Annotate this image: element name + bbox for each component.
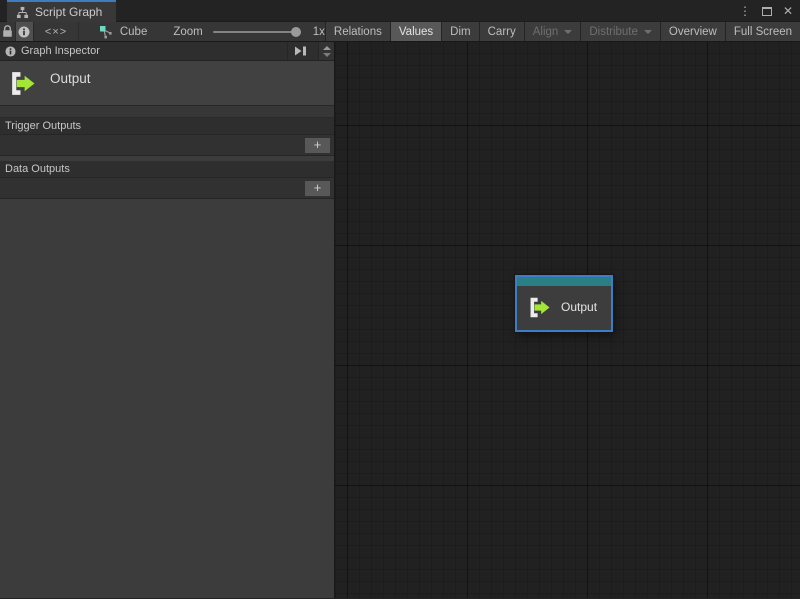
full-screen-button[interactable]: Full Screen xyxy=(725,22,800,41)
info-icon xyxy=(5,46,16,57)
section-header-data-outputs: Data Outputs xyxy=(0,161,334,178)
inspector-empty-area xyxy=(0,199,334,598)
section-header-trigger-outputs: Trigger Outputs xyxy=(0,118,334,135)
zoom-control: Zoom 1x xyxy=(173,22,325,41)
zoom-value: 1x xyxy=(313,26,325,38)
dock-panel-button[interactable] xyxy=(287,42,313,60)
output-node-label: Output xyxy=(561,300,597,314)
unit-title: Output xyxy=(50,70,91,86)
tab-title: Script Graph xyxy=(35,5,102,19)
panel-carousel-control[interactable] xyxy=(318,42,334,60)
close-icon[interactable]: ✕ xyxy=(783,5,793,17)
script-graph-icon xyxy=(16,6,29,19)
selected-unit-summary: Output xyxy=(0,61,334,106)
align-dropdown-label: Align xyxy=(533,26,559,38)
window-menu-icon[interactable]: ⋮ xyxy=(739,5,751,17)
graph-pointer-label: Cube xyxy=(120,26,148,38)
code-preview-button[interactable]: <×> xyxy=(34,22,79,41)
data-outputs-list: + xyxy=(0,178,334,199)
values-button-label: Values xyxy=(399,26,433,38)
zoom-slider-handle[interactable] xyxy=(291,27,301,37)
window-controls: ⋮ ✕ xyxy=(739,0,793,22)
relations-button[interactable]: Relations xyxy=(325,22,390,41)
section-title: Data Outputs xyxy=(5,163,70,175)
graph-pointer-icon xyxy=(99,25,113,39)
arrow-up-icon[interactable] xyxy=(323,46,331,50)
chevron-down-icon xyxy=(644,30,652,34)
maximize-icon[interactable] xyxy=(762,7,772,16)
main-area: Graph Inspector Output xyxy=(0,42,800,598)
trigger-outputs-list: + xyxy=(0,135,334,156)
dim-button-label: Dim xyxy=(450,26,470,38)
graph-inspector-panel: Graph Inspector Output xyxy=(0,42,335,598)
relations-button-label: Relations xyxy=(334,26,382,38)
code-icon: <×> xyxy=(45,26,67,38)
add-data-output-button[interactable]: + xyxy=(304,180,331,197)
values-button[interactable]: Values xyxy=(390,22,441,41)
zoom-label: Zoom xyxy=(173,26,202,38)
full-screen-button-label: Full Screen xyxy=(734,26,792,38)
output-unit-icon xyxy=(8,70,35,97)
chevron-down-icon xyxy=(564,30,572,34)
graph-toolbar: <×> Cube Zoom 1x Relations Values Dim xyxy=(0,22,800,42)
graph-inspector-header: Graph Inspector xyxy=(0,42,334,61)
carry-button[interactable]: Carry xyxy=(479,22,524,41)
align-dropdown[interactable]: Align xyxy=(524,22,581,41)
zoom-slider[interactable] xyxy=(213,31,299,33)
overview-button[interactable]: Overview xyxy=(660,22,725,41)
inspector-toggle-button[interactable] xyxy=(16,22,34,41)
output-node-header[interactable] xyxy=(517,277,611,286)
tab-script-graph[interactable]: Script Graph xyxy=(7,0,116,22)
graph-canvas[interactable]: Output xyxy=(335,42,800,598)
dock-panel-icon xyxy=(294,46,307,56)
dim-button[interactable]: Dim xyxy=(441,22,478,41)
distribute-dropdown[interactable]: Distribute xyxy=(580,22,660,41)
section-title: Trigger Outputs xyxy=(5,120,81,132)
view-buttons-group: Relations Values Dim Carry Align Distrib… xyxy=(325,22,800,41)
graph-inspector-title: Graph Inspector xyxy=(21,45,282,57)
add-trigger-output-button[interactable]: + xyxy=(304,137,331,154)
info-icon xyxy=(18,26,30,38)
lock-icon xyxy=(2,25,13,38)
overview-button-label: Overview xyxy=(669,26,717,38)
output-unit-icon xyxy=(527,296,550,319)
lock-button[interactable] xyxy=(0,22,16,41)
graph-pointer[interactable]: Cube xyxy=(79,22,148,41)
distribute-dropdown-label: Distribute xyxy=(589,26,638,38)
carry-button-label: Carry xyxy=(488,26,516,38)
title-bar: Script Graph ⋮ ✕ xyxy=(0,0,800,22)
arrow-down-icon[interactable] xyxy=(323,53,331,57)
inspector-divider xyxy=(0,106,334,118)
output-node-body: Output xyxy=(517,286,611,330)
output-node[interactable]: Output xyxy=(515,275,613,332)
